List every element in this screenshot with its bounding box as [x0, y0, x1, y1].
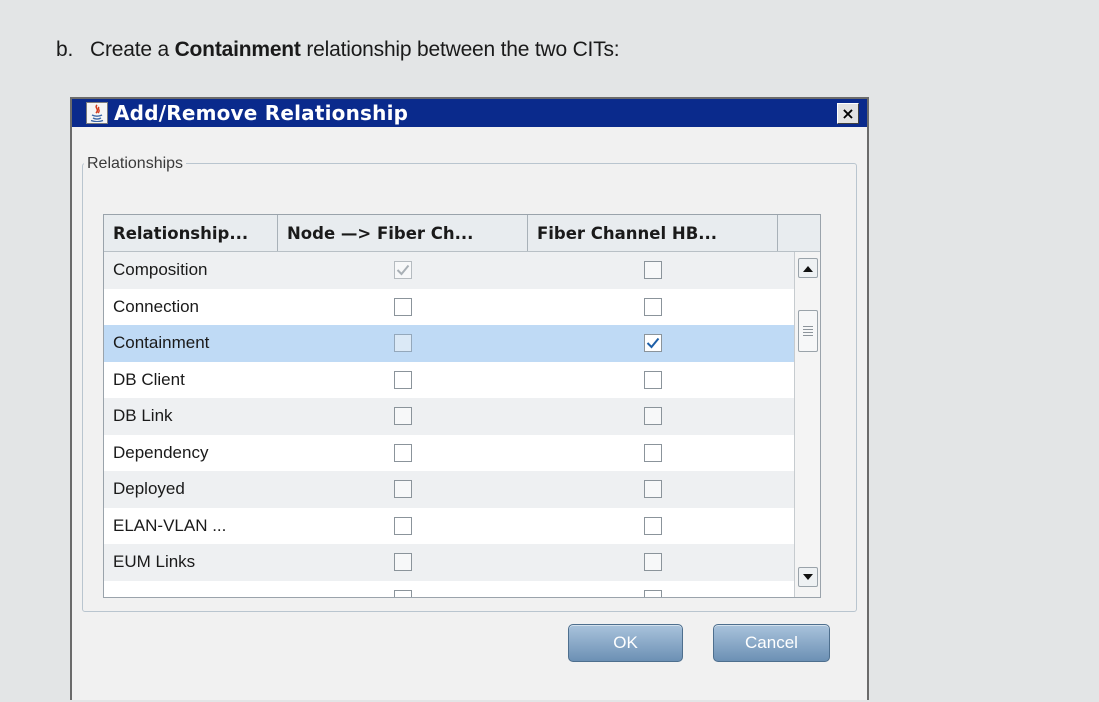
- checkmark-icon: [396, 265, 410, 276]
- relationship-name: Deployed: [113, 479, 185, 499]
- fiber-channel-hba-cell: [528, 398, 778, 435]
- node-to-fiber-cell: [278, 544, 528, 581]
- node-to-fiber-checkbox[interactable]: [394, 443, 412, 462]
- fiber-channel-hba-checkbox[interactable]: [644, 589, 662, 597]
- fiber-channel-hba-cell: [528, 471, 778, 508]
- fiber-channel-hba-checkbox[interactable]: [644, 553, 662, 572]
- instruction-body: Create a Containment relationship betwee…: [90, 38, 620, 62]
- close-button[interactable]: ×: [837, 103, 859, 124]
- table-body: Composition Connection Containment DB Clien…: [104, 252, 820, 598]
- node-to-fiber-cell: [278, 471, 528, 508]
- instruction-suffix: relationship between the two CITs:: [306, 38, 620, 61]
- node-to-fiber-cell: [278, 325, 528, 362]
- dialog-titlebar[interactable]: Add/Remove Relationship ×: [72, 99, 867, 127]
- table-row[interactable]: Deployed: [104, 471, 820, 508]
- node-to-fiber-cell: [278, 508, 528, 545]
- add-remove-relationship-dialog: Add/Remove Relationship × Relationships …: [70, 97, 869, 700]
- node-to-fiber-checkbox[interactable]: [394, 407, 412, 426]
- node-to-fiber-cell: [278, 435, 528, 472]
- fiber-channel-hba-cell: [528, 252, 778, 289]
- cancel-button[interactable]: Cancel: [713, 624, 830, 662]
- fiber-channel-hba-checkbox[interactable]: [644, 261, 662, 280]
- relationships-group-label: Relationships: [84, 155, 187, 173]
- fiber-channel-hba-checkbox[interactable]: [644, 407, 662, 426]
- node-to-fiber-checkbox: [394, 261, 412, 280]
- scroll-thumb[interactable]: [798, 310, 818, 352]
- relationship-name: [104, 581, 278, 598]
- fiber-channel-hba-checkbox[interactable]: [644, 516, 662, 535]
- instruction-prefix: Create a: [90, 38, 169, 61]
- step-number: b.: [56, 38, 74, 61]
- dialog-title: Add/Remove Relationship: [114, 101, 409, 125]
- fiber-channel-hba-cell: [528, 581, 778, 597]
- relationship-name: Dependency: [113, 442, 209, 462]
- java-app-icon: [86, 102, 108, 124]
- node-to-fiber-cell: [278, 398, 528, 435]
- scroll-down-button[interactable]: [798, 567, 818, 587]
- fiber-channel-hba-checkbox[interactable]: [644, 297, 662, 316]
- column-header-spacer: [778, 215, 804, 251]
- ok-button[interactable]: OK: [568, 624, 683, 662]
- fiber-channel-hba-checkbox[interactable]: [644, 370, 662, 389]
- table-row[interactable]: Dependency: [104, 434, 820, 472]
- relationship-name: DB Client: [113, 369, 185, 389]
- table-row[interactable]: Containment: [104, 325, 820, 362]
- node-to-fiber-checkbox[interactable]: [394, 516, 412, 535]
- close-icon: ×: [841, 103, 855, 123]
- node-to-fiber-checkbox[interactable]: [394, 589, 412, 597]
- scroll-up-button[interactable]: [798, 258, 818, 278]
- instruction-bold: Containment: [174, 38, 301, 61]
- relationship-name: Connection: [113, 296, 200, 316]
- table-row[interactable]: [104, 580, 820, 598]
- node-to-fiber-checkbox[interactable]: [394, 480, 412, 499]
- relationships-table: Relationship... Node —> Fiber Ch... Fibe…: [103, 214, 821, 598]
- table-row[interactable]: DB Client: [104, 361, 820, 399]
- relationship-name: DB Link: [113, 406, 173, 426]
- table-row[interactable]: DB Link: [104, 398, 820, 435]
- fiber-channel-hba-cell: [528, 435, 778, 472]
- column-header-node-to-fiber[interactable]: Node —> Fiber Ch...: [278, 215, 528, 251]
- fiber-channel-hba-checkbox[interactable]: [644, 480, 662, 499]
- column-header-relationship[interactable]: Relationship...: [104, 215, 278, 251]
- node-to-fiber-cell: [278, 362, 528, 399]
- node-to-fiber-checkbox[interactable]: [394, 553, 412, 572]
- table-header: Relationship... Node —> Fiber Ch... Fibe…: [104, 215, 820, 252]
- table-row[interactable]: ELAN-VLAN ...: [104, 507, 820, 545]
- fiber-channel-hba-cell: [528, 289, 778, 326]
- relationship-name: Containment: [113, 333, 210, 353]
- instruction-text: b. Create a Containment relationship bet…: [56, 38, 620, 62]
- checkmark-icon: [646, 338, 660, 349]
- scroll-up-arrow-icon: [803, 265, 813, 272]
- relationship-name: Composition: [113, 260, 208, 280]
- relationship-name: ELAN-VLAN ...: [113, 515, 227, 535]
- node-to-fiber-cell: [278, 289, 528, 326]
- node-to-fiber-checkbox[interactable]: [394, 370, 412, 389]
- fiber-channel-hba-cell: [528, 325, 778, 362]
- column-header-fiber-channel-hba[interactable]: Fiber Channel HB...: [528, 215, 778, 251]
- fiber-channel-hba-checkbox[interactable]: [644, 334, 662, 353]
- table-row[interactable]: Connection: [104, 288, 820, 326]
- fiber-channel-hba-cell: [528, 362, 778, 399]
- node-to-fiber-cell: [278, 252, 528, 289]
- fiber-channel-hba-cell: [528, 544, 778, 581]
- node-to-fiber-checkbox: [394, 334, 412, 353]
- node-to-fiber-checkbox[interactable]: [394, 297, 412, 316]
- table-row[interactable]: Composition: [104, 252, 820, 289]
- vertical-scrollbar[interactable]: [794, 252, 820, 597]
- relationship-name: EUM Links: [113, 552, 196, 572]
- node-to-fiber-cell: [278, 581, 528, 597]
- table-row[interactable]: EUM Links: [104, 544, 820, 581]
- fiber-channel-hba-checkbox[interactable]: [644, 443, 662, 462]
- scroll-down-arrow-icon: [803, 573, 813, 580]
- fiber-channel-hba-cell: [528, 508, 778, 545]
